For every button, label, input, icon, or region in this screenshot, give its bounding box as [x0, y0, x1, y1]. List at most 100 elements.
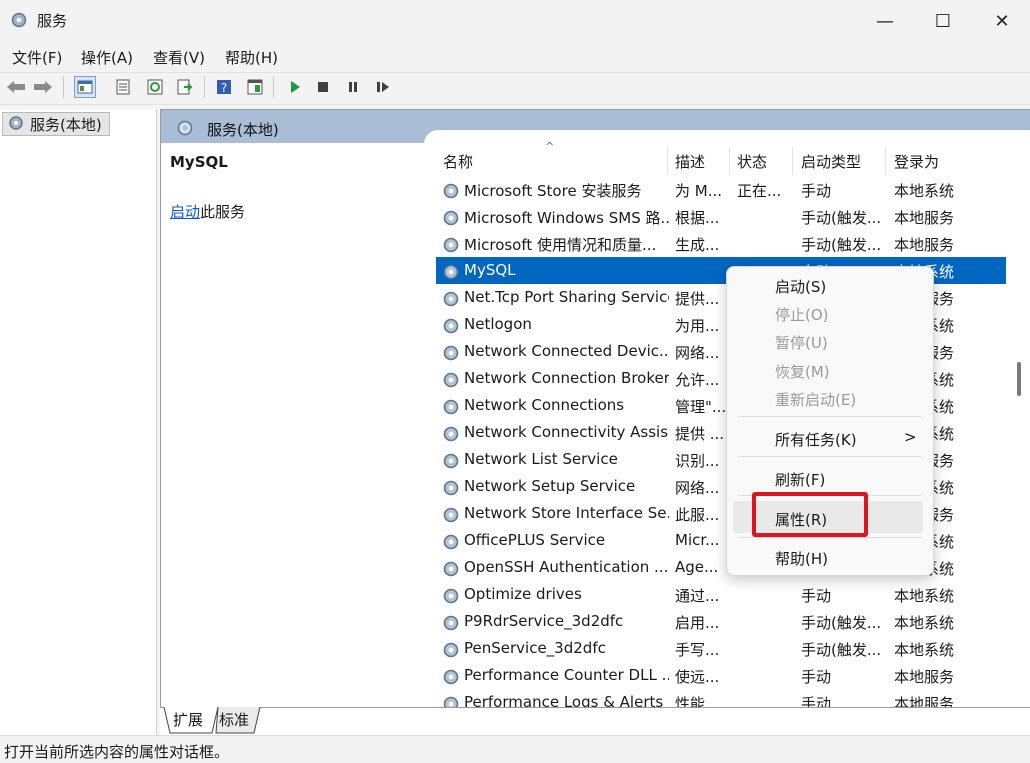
menu-item-pause: 暂停(U) [775, 334, 828, 352]
column-divider[interactable] [792, 147, 793, 175]
pause-service-icon[interactable] [342, 76, 364, 98]
service-log-on-as: 本地系统 [894, 182, 955, 200]
svg-text:?: ? [221, 81, 227, 95]
menu-item-refresh[interactable]: 刷新(F) [775, 469, 825, 490]
service-gear-icon [443, 480, 459, 496]
service-row[interactable]: Microsoft Store 安装服务 为 M... 正在... 手动 本地系统 [436, 176, 1006, 203]
service-name: Net.Tcp Port Sharing Service [464, 288, 669, 306]
vertical-scrollbar-thumb[interactable] [1017, 362, 1021, 396]
service-name: OfficePLUS Service [464, 531, 606, 549]
stop-service-icon[interactable] [312, 76, 334, 98]
service-row[interactable]: PenService_3d2dfc 手写... 手动(触发... 本地系统 [436, 635, 1006, 662]
service-action-text: 启动此服务 [170, 201, 245, 222]
service-name: Performance Counter DLL ... [464, 666, 669, 684]
service-name: Netlogon [464, 315, 532, 333]
column-header-description[interactable]: 描述 [675, 151, 705, 172]
maximize-button[interactable]: ☐ [913, 0, 973, 42]
properties-sheet-icon[interactable] [112, 76, 134, 98]
view-tabs-bar [160, 707, 1030, 736]
menu-help[interactable]: 帮助(H) [225, 47, 278, 68]
column-divider[interactable] [729, 147, 730, 175]
service-name: Microsoft 使用情况和质量... [464, 236, 657, 254]
back-arrow-icon[interactable] [5, 76, 27, 98]
service-name: Network Connection Broker [464, 369, 669, 387]
selected-service-title: MySQL [170, 153, 228, 171]
service-startup-type: 手动(触发... [801, 236, 882, 254]
service-description: 允许... [675, 371, 720, 389]
tab-extended[interactable]: 扩展 [173, 709, 203, 733]
service-description: 为用... [675, 317, 720, 335]
annotation-highlight-box [752, 492, 868, 537]
service-description: 手写... [675, 641, 720, 659]
menu-item-all-tasks[interactable]: 所有任务(K) [775, 429, 857, 450]
service-row[interactable]: Performance Counter DLL ... 使远... 手动 本地服务 [436, 662, 1006, 689]
refresh-icon[interactable] [144, 76, 166, 98]
help-icon[interactable]: ? [213, 76, 235, 98]
service-gear-icon [443, 426, 459, 442]
menu-item-stop: 停止(O) [775, 306, 829, 324]
context-menu-separator [738, 456, 922, 457]
service-gear-icon [443, 210, 459, 226]
service-status: 正在... [737, 182, 782, 200]
service-gear-icon [443, 345, 459, 361]
service-name: Network Store Interface Se... [464, 504, 669, 522]
close-button[interactable]: ✕ [972, 0, 1030, 42]
service-gear-icon [443, 534, 459, 550]
service-description: 通过... [675, 587, 720, 605]
toolbar-separator [204, 76, 205, 98]
submenu-chevron-icon: > [904, 428, 917, 446]
column-divider[interactable] [885, 147, 886, 175]
service-gear-icon [443, 507, 459, 523]
export-list-icon[interactable] [174, 76, 196, 98]
tab-standard[interactable]: 标准 [219, 709, 249, 733]
menu-action[interactable]: 操作(A) [81, 47, 133, 68]
sort-ascending-icon: ^ [545, 140, 555, 153]
column-header-status[interactable]: 状态 [737, 151, 767, 172]
menu-item-start[interactable]: 启动(S) [775, 276, 826, 297]
menu-item-restart: 重新启动(E) [775, 391, 857, 409]
status-text: 打开当前所选内容的属性对话框。 [4, 743, 230, 761]
service-log-on-as: 本地系统 [894, 641, 955, 659]
minimize-button[interactable]: — [855, 0, 915, 42]
service-gear-icon [443, 615, 459, 631]
start-service-link[interactable]: 启动 [170, 203, 200, 221]
forward-arrow-icon[interactable] [32, 76, 54, 98]
show-hide-icon[interactable] [244, 76, 266, 98]
service-startup-type: 手动 [801, 182, 832, 200]
column-header-log-on-as[interactable]: 登录为 [894, 151, 939, 172]
service-description: 提供... [675, 290, 720, 308]
service-log-on-as: 本地系统 [894, 614, 955, 632]
console-tree [0, 109, 157, 735]
restart-service-icon[interactable] [372, 76, 394, 98]
service-description: 识别... [675, 452, 720, 470]
service-row[interactable]: P9RdrService_3d2dfc 启用... 手动(触发... 本地系统 [436, 608, 1006, 635]
service-description: 网络... [675, 479, 720, 497]
service-gear-icon [443, 588, 459, 604]
service-log-on-as: 本地服务 [894, 668, 955, 686]
service-row[interactable]: Optimize drives 通过... 手动 本地系统 [436, 581, 1006, 608]
column-divider[interactable] [667, 147, 668, 175]
start-service-icon[interactable] [284, 76, 306, 98]
service-description: 网络... [675, 344, 720, 362]
service-gear-icon [443, 237, 459, 253]
column-header-name[interactable]: 名称 [443, 151, 473, 172]
service-gear-icon [443, 291, 459, 307]
service-description: 管理"... [675, 398, 727, 416]
service-startup-type: 手动 [801, 587, 832, 605]
menu-file[interactable]: 文件(F) [12, 47, 62, 68]
service-row[interactable]: Microsoft Windows SMS 路... 根据... 手动(触发... 本… [436, 203, 1006, 230]
service-description: 生成... [675, 236, 720, 254]
service-row[interactable]: Microsoft 使用情况和质量... 生成... 手动(触发... 本地服务 [436, 230, 1006, 257]
gear-icon [9, 116, 23, 130]
service-description: 根据... [675, 209, 720, 227]
service-gear-icon [443, 399, 459, 415]
menu-item-help[interactable]: 帮助(H) [775, 548, 828, 569]
service-name: MySQL [464, 261, 516, 279]
service-description: 使远... [675, 668, 720, 686]
service-name: Network Connected Devic... [464, 342, 669, 360]
column-header-startup-type[interactable]: 启动类型 [801, 151, 861, 172]
service-description: Micr... [675, 531, 720, 549]
service-description: 为 M... [675, 182, 723, 200]
console-tree-icon[interactable] [74, 76, 96, 98]
menu-view[interactable]: 查看(V) [153, 47, 205, 68]
